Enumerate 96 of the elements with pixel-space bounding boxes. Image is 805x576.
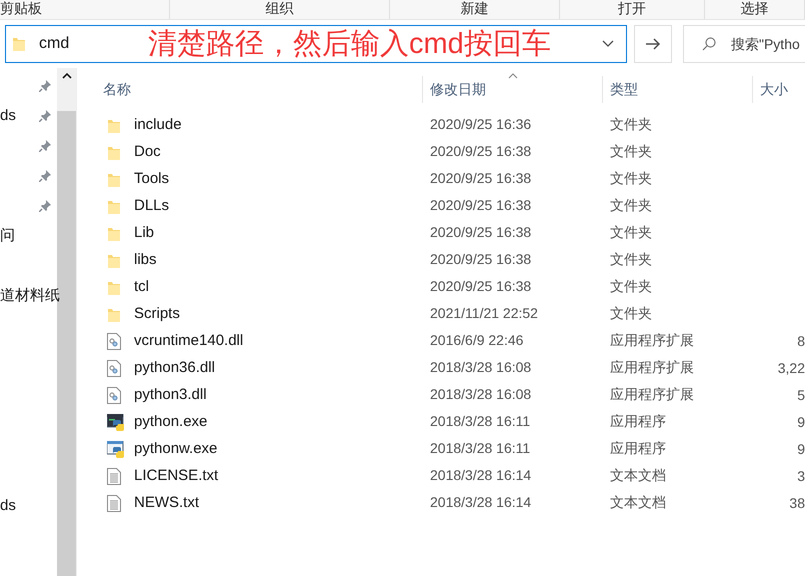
folder-icon: [107, 144, 121, 160]
file-name[interactable]: NEWS.txt: [134, 492, 200, 515]
file-type: 应用程序扩展: [610, 386, 694, 402]
search-field[interactable]: 搜索"Pytho: [683, 25, 805, 63]
modified-date: 2020/9/25 16:38: [430, 143, 532, 160]
ribbon-group-label: 组织: [266, 0, 294, 18]
modified-date: 2020/9/25 16:38: [430, 278, 532, 294]
file-size: 9: [797, 440, 805, 459]
file-type: 文件夹: [610, 116, 652, 132]
file-name[interactable]: Tools: [134, 168, 170, 191]
modified-date: 2018/3/28 16:14: [430, 494, 532, 510]
pin-icon[interactable]: [39, 170, 51, 182]
window-python-icon: [107, 441, 125, 458]
modified-date: 2020/9/25 16:38: [430, 224, 532, 240]
folder-icon: [107, 306, 121, 322]
file-name[interactable]: python36.dll: [134, 357, 215, 380]
modified-date: 2020/9/25 16:38: [430, 251, 532, 268]
gear-document-icon: [107, 360, 121, 377]
ribbon-group-label: 新建: [460, 0, 488, 18]
pin-icon[interactable]: [39, 110, 51, 122]
ribbon-group-label: 剪贴板: [0, 0, 42, 18]
go-button[interactable]: [634, 25, 672, 63]
address-bar[interactable]: cmd 清楚路径，然后输入cmd按回车: [5, 25, 627, 63]
file-size: 5: [797, 386, 805, 405]
file-name[interactable]: LICENSE.txt: [134, 465, 218, 488]
file-name[interactable]: python.exe: [134, 411, 208, 434]
folder-icon: [107, 198, 121, 214]
modified-date: 2020/9/25 16:36: [430, 116, 532, 132]
file-type: 应用程序扩展: [610, 332, 694, 348]
file-type: 文件夹: [610, 143, 652, 160]
scroll-up-icon[interactable]: [62, 72, 72, 79]
nav-item[interactable]: ds: [0, 104, 16, 128]
ribbon-group-label: 打开: [618, 0, 646, 18]
folder-icon: [12, 36, 26, 52]
modified-date: 2021/11/21 22:52: [430, 305, 538, 322]
file-name[interactable]: pythonw.exe: [134, 438, 218, 461]
folder-icon: [107, 118, 121, 134]
file-name[interactable]: libs: [134, 249, 157, 272]
folder-icon: [107, 252, 121, 268]
file-type: 文件夹: [610, 305, 652, 322]
file-type: 文本文档: [610, 467, 666, 484]
file-name[interactable]: tcl: [134, 276, 149, 299]
modified-date: 2018/3/28 16:11: [430, 440, 530, 456]
modified-date: 2018/3/28 16:14: [430, 467, 532, 484]
modified-date: 2020/9/25 16:38: [430, 197, 532, 214]
column-header[interactable]: 修改日期: [430, 79, 486, 100]
pin-icon[interactable]: [39, 80, 51, 92]
ribbon-group-label: 选择: [740, 0, 768, 18]
text-document-icon: [107, 495, 121, 512]
nav-item[interactable]: ds: [0, 494, 16, 518]
address-text: cmd: [39, 34, 70, 54]
folder-icon: [107, 280, 121, 296]
file-name[interactable]: Doc: [134, 141, 161, 164]
pin-icon[interactable]: [39, 200, 51, 212]
column-header[interactable]: 名称: [103, 79, 131, 100]
file-name[interactable]: include: [134, 114, 182, 137]
modified-date: 2016/6/9 22:46: [430, 332, 524, 348]
pin-icon[interactable]: [39, 140, 51, 152]
folder-icon: [107, 172, 121, 188]
arrow-right-icon: [645, 37, 661, 51]
file-size: 3,22: [778, 359, 805, 378]
file-size: 9: [797, 413, 805, 432]
search-placeholder: 搜索"Pytho: [731, 34, 800, 54]
modified-date: 2020/9/25 16:38: [430, 170, 532, 186]
file-type: 文件夹: [610, 197, 652, 214]
file-name[interactable]: Lib: [134, 222, 154, 245]
file-type: 应用程序扩展: [610, 359, 694, 376]
gear-document-icon: [107, 333, 121, 350]
file-name[interactable]: python3.dll: [134, 384, 207, 407]
file-type: 文件夹: [610, 251, 652, 268]
file-size: 3: [797, 467, 805, 486]
folder-icon: [107, 226, 121, 242]
file-type: 应用程序: [610, 440, 666, 456]
nav-item[interactable]: 道材料纸: [0, 284, 60, 308]
console-python-icon: [107, 414, 125, 431]
modified-date: 2018/3/28 16:08: [430, 386, 532, 402]
file-size: 38: [789, 494, 805, 513]
modified-date: 2018/3/28 16:08: [430, 359, 532, 376]
text-document-icon: [107, 468, 121, 485]
file-size: 8: [797, 332, 805, 351]
column-header[interactable]: 类型: [610, 79, 638, 100]
modified-date: 2018/3/28 16:11: [430, 413, 530, 430]
file-type: 文件夹: [610, 224, 652, 240]
annotation-text: 清楚路径，然后输入cmd按回车: [148, 28, 551, 60]
file-name[interactable]: Scripts: [134, 303, 180, 326]
file-type: 文本文档: [610, 494, 666, 510]
file-type: 文件夹: [610, 278, 652, 294]
file-type: 应用程序: [610, 413, 666, 430]
file-type: 文件夹: [610, 170, 652, 186]
column-header[interactable]: 大小: [760, 79, 788, 100]
gear-document-icon: [107, 387, 121, 404]
nav-item[interactable]: 问: [0, 224, 15, 248]
file-name[interactable]: vcruntime140.dll: [134, 330, 244, 353]
chevron-down-icon[interactable]: [602, 40, 614, 48]
file-name[interactable]: DLLs: [134, 195, 170, 218]
search-icon: [702, 37, 716, 51]
